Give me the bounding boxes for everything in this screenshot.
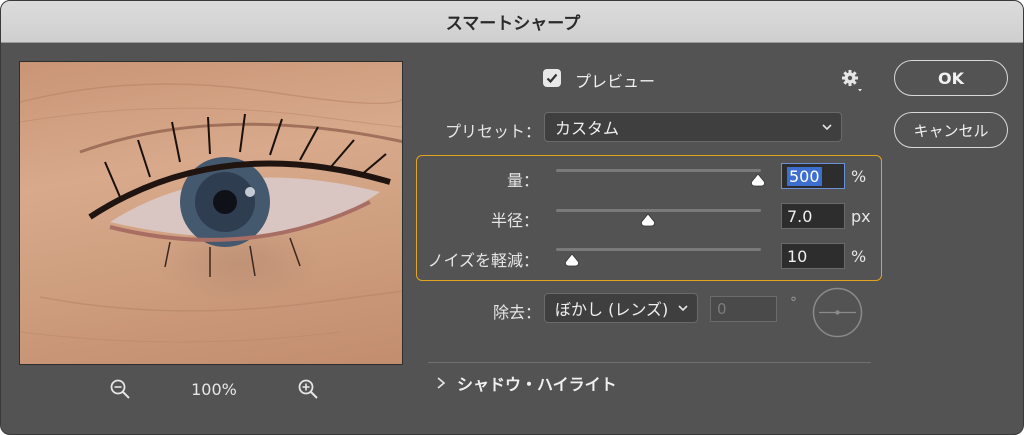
remove-select[interactable]: ぼかし (レンズ) xyxy=(544,293,698,323)
zoom-in-icon[interactable] xyxy=(297,378,319,400)
radius-slider-thumb[interactable] xyxy=(640,213,656,227)
noise-slider-thumb[interactable] xyxy=(564,253,580,267)
chevron-right-icon xyxy=(437,377,446,389)
cancel-button[interactable]: キャンセル xyxy=(894,112,1008,148)
zoom-out-icon[interactable] xyxy=(109,378,131,400)
angle-dial-icon xyxy=(812,287,863,338)
angle-value: 0 xyxy=(717,300,727,318)
preview-image[interactable] xyxy=(19,61,403,365)
amount-label: 量： xyxy=(506,171,539,190)
radius-value: 7.0 xyxy=(787,206,813,226)
noise-unit: % xyxy=(851,247,867,266)
angle-unit: ° xyxy=(790,295,797,311)
amount-slider-track[interactable] xyxy=(556,169,761,172)
amount-value: 500 xyxy=(787,166,822,186)
preset-value: カスタム xyxy=(555,119,620,138)
window-title: スマートシャープ xyxy=(445,14,581,34)
radius-input[interactable]: 7.0 xyxy=(781,203,845,229)
remove-label: 除去： xyxy=(492,303,541,322)
noise-slider-track[interactable] xyxy=(556,248,761,251)
smart-sharpen-dialog: スマートシャープ 100% プレビュー OK キャンセル プリセット： カスタム… xyxy=(0,0,1024,435)
zoom-level: 100% xyxy=(191,379,237,399)
gear-icon[interactable] xyxy=(839,67,865,93)
checkmark-icon xyxy=(546,73,558,84)
amount-slider-thumb[interactable] xyxy=(750,173,766,187)
radius-slider-track[interactable] xyxy=(556,209,761,212)
remove-value: ぼかし (レンズ) xyxy=(555,300,669,319)
radius-label: 半径： xyxy=(490,211,539,230)
noise-label: ノイズを軽減： xyxy=(427,251,539,270)
chevron-down-icon xyxy=(822,124,832,131)
amount-input[interactable]: 500 xyxy=(781,163,845,189)
amount-unit: % xyxy=(851,167,867,186)
divider xyxy=(428,362,871,363)
preview-checkbox[interactable] xyxy=(543,69,561,87)
noise-value: 10 xyxy=(787,246,808,266)
shadow-highlight-label: シャドウ・ハイライト xyxy=(457,375,617,394)
angle-input: 0 xyxy=(710,296,777,322)
radius-unit: px xyxy=(851,207,871,226)
chevron-down-icon xyxy=(678,305,688,312)
preview-label: プレビュー xyxy=(575,72,656,91)
zoom-controls: 100% xyxy=(109,376,319,402)
title-bar: スマートシャープ xyxy=(1,1,1023,43)
ok-button[interactable]: OK xyxy=(894,60,1008,96)
shadow-highlight-toggle[interactable]: シャドウ・ハイライト xyxy=(435,371,617,395)
preset-select[interactable]: カスタム xyxy=(544,112,842,142)
noise-input[interactable]: 10 xyxy=(781,243,845,269)
preset-label: プリセット： xyxy=(444,122,541,141)
